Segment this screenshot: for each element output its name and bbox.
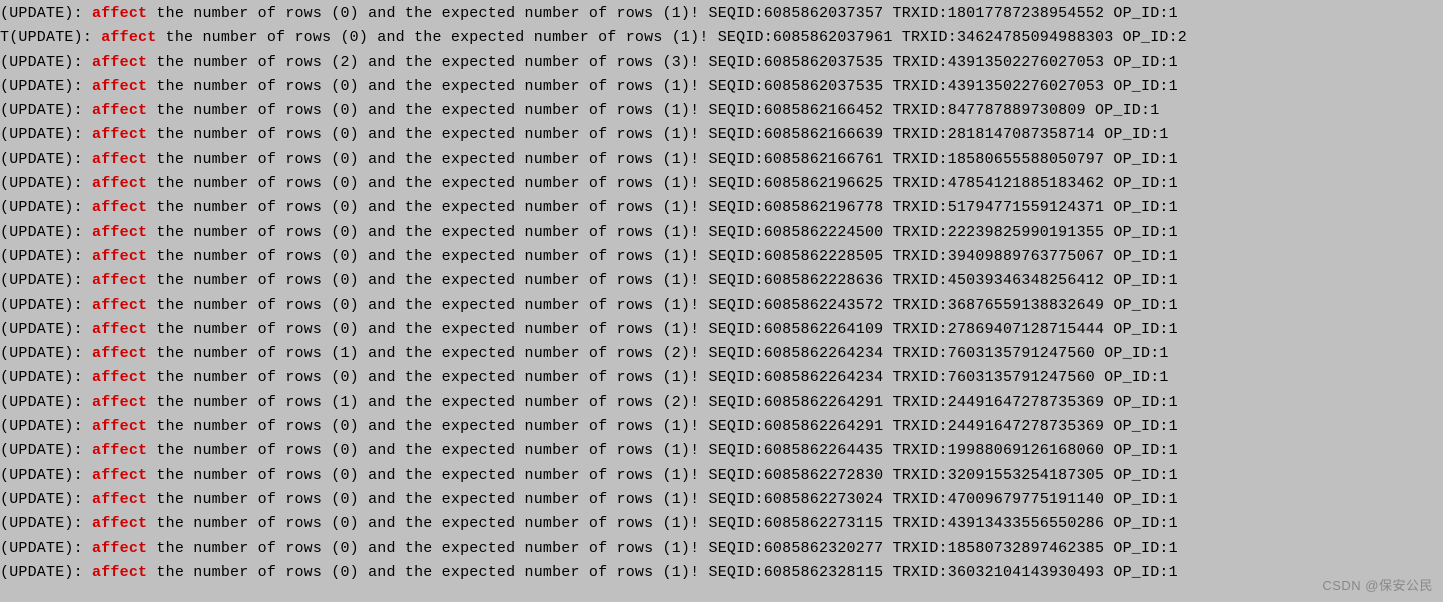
highlight-word: affect [101,29,156,46]
log-message: the number of rows (0) and the expected … [147,442,1178,459]
highlight-word: affect [92,78,147,95]
log-line: (UPDATE): affect the number of rows (0) … [0,148,1443,172]
log-message: the number of rows (1) and the expected … [147,394,1178,411]
log-prefix: (UPDATE): [0,224,92,241]
log-line: (UPDATE): affect the number of rows (0) … [0,75,1443,99]
log-prefix: (UPDATE): [0,175,92,192]
log-message: the number of rows (0) and the expected … [147,248,1178,265]
log-prefix: (UPDATE): [0,151,92,168]
log-line: (UPDATE): affect the number of rows (0) … [0,196,1443,220]
log-message: the number of rows (0) and the expected … [147,5,1178,22]
highlight-word: affect [92,442,147,459]
log-message: the number of rows (0) and the expected … [147,515,1178,532]
highlight-word: affect [92,467,147,484]
highlight-word: affect [92,126,147,143]
highlight-word: affect [92,248,147,265]
log-prefix: (UPDATE): [0,345,92,362]
log-message: the number of rows (1) and the expected … [147,345,1168,362]
log-message: the number of rows (0) and the expected … [147,199,1178,216]
log-prefix: (UPDATE): [0,321,92,338]
log-prefix: (UPDATE): [0,467,92,484]
log-prefix: (UPDATE): [0,394,92,411]
highlight-word: affect [92,321,147,338]
log-message: the number of rows (0) and the expected … [147,564,1178,581]
log-line: (UPDATE): affect the number of rows (0) … [0,172,1443,196]
log-prefix: (UPDATE): [0,78,92,95]
log-message: the number of rows (0) and the expected … [147,151,1178,168]
log-line: (UPDATE): affect the number of rows (2) … [0,51,1443,75]
log-message: the number of rows (0) and the expected … [147,491,1178,508]
log-message: the number of rows (2) and the expected … [147,54,1178,71]
log-line: (UPDATE): affect the number of rows (0) … [0,537,1443,561]
log-prefix: (UPDATE): [0,369,92,386]
log-line: (UPDATE): affect the number of rows (1) … [0,342,1443,366]
log-prefix: (UPDATE): [0,126,92,143]
highlight-word: affect [92,418,147,435]
log-line: T(UPDATE): affect the number of rows (0)… [0,26,1443,50]
log-line: (UPDATE): affect the number of rows (0) … [0,512,1443,536]
highlight-word: affect [92,224,147,241]
log-prefix: (UPDATE): [0,491,92,508]
log-prefix: (UPDATE): [0,540,92,557]
highlight-word: affect [92,345,147,362]
log-message: the number of rows (0) and the expected … [147,540,1178,557]
log-message: the number of rows (0) and the expected … [147,224,1178,241]
log-line: (UPDATE): affect the number of rows (1) … [0,391,1443,415]
log-prefix: (UPDATE): [0,515,92,532]
log-line: (UPDATE): affect the number of rows (0) … [0,439,1443,463]
highlight-word: affect [92,564,147,581]
log-message: the number of rows (0) and the expected … [147,369,1168,386]
log-message: the number of rows (0) and the expected … [147,78,1178,95]
log-message: the number of rows (0) and the expected … [147,418,1178,435]
log-prefix: (UPDATE): [0,199,92,216]
log-line: (UPDATE): affect the number of rows (0) … [0,464,1443,488]
highlight-word: affect [92,175,147,192]
log-message: the number of rows (0) and the expected … [147,467,1178,484]
log-prefix: (UPDATE): [0,102,92,119]
log-message: the number of rows (0) and the expected … [147,272,1178,289]
log-message: the number of rows (0) and the expected … [147,102,1159,119]
log-message: the number of rows (0) and the expected … [156,29,1187,46]
log-line: (UPDATE): affect the number of rows (0) … [0,294,1443,318]
log-line: (UPDATE): affect the number of rows (0) … [0,2,1443,26]
highlight-word: affect [92,151,147,168]
highlight-word: affect [92,515,147,532]
log-prefix: (UPDATE): [0,442,92,459]
highlight-word: affect [92,272,147,289]
highlight-word: affect [92,54,147,71]
log-prefix: (UPDATE): [0,5,92,22]
log-line: (UPDATE): affect the number of rows (0) … [0,488,1443,512]
log-prefix: T(UPDATE): [0,29,101,46]
log-message: the number of rows (0) and the expected … [147,321,1178,338]
log-line: (UPDATE): affect the number of rows (0) … [0,245,1443,269]
log-message: the number of rows (0) and the expected … [147,175,1178,192]
highlight-word: affect [92,394,147,411]
log-prefix: (UPDATE): [0,248,92,265]
log-line: (UPDATE): affect the number of rows (0) … [0,99,1443,123]
log-line: (UPDATE): affect the number of rows (0) … [0,561,1443,585]
log-prefix: (UPDATE): [0,564,92,581]
log-line: (UPDATE): affect the number of rows (0) … [0,366,1443,390]
log-prefix: (UPDATE): [0,418,92,435]
log-line: (UPDATE): affect the number of rows (0) … [0,221,1443,245]
highlight-word: affect [92,540,147,557]
log-prefix: (UPDATE): [0,272,92,289]
log-message: the number of rows (0) and the expected … [147,126,1168,143]
log-line: (UPDATE): affect the number of rows (0) … [0,269,1443,293]
log-output: (UPDATE): affect the number of rows (0) … [0,0,1443,587]
highlight-word: affect [92,5,147,22]
log-prefix: (UPDATE): [0,297,92,314]
highlight-word: affect [92,369,147,386]
highlight-word: affect [92,102,147,119]
log-message: the number of rows (0) and the expected … [147,297,1178,314]
highlight-word: affect [92,297,147,314]
log-line: (UPDATE): affect the number of rows (0) … [0,415,1443,439]
log-line: (UPDATE): affect the number of rows (0) … [0,123,1443,147]
log-prefix: (UPDATE): [0,54,92,71]
highlight-word: affect [92,199,147,216]
log-line: (UPDATE): affect the number of rows (0) … [0,318,1443,342]
watermark-text: CSDN @保安公民 [1322,575,1433,596]
highlight-word: affect [92,491,147,508]
